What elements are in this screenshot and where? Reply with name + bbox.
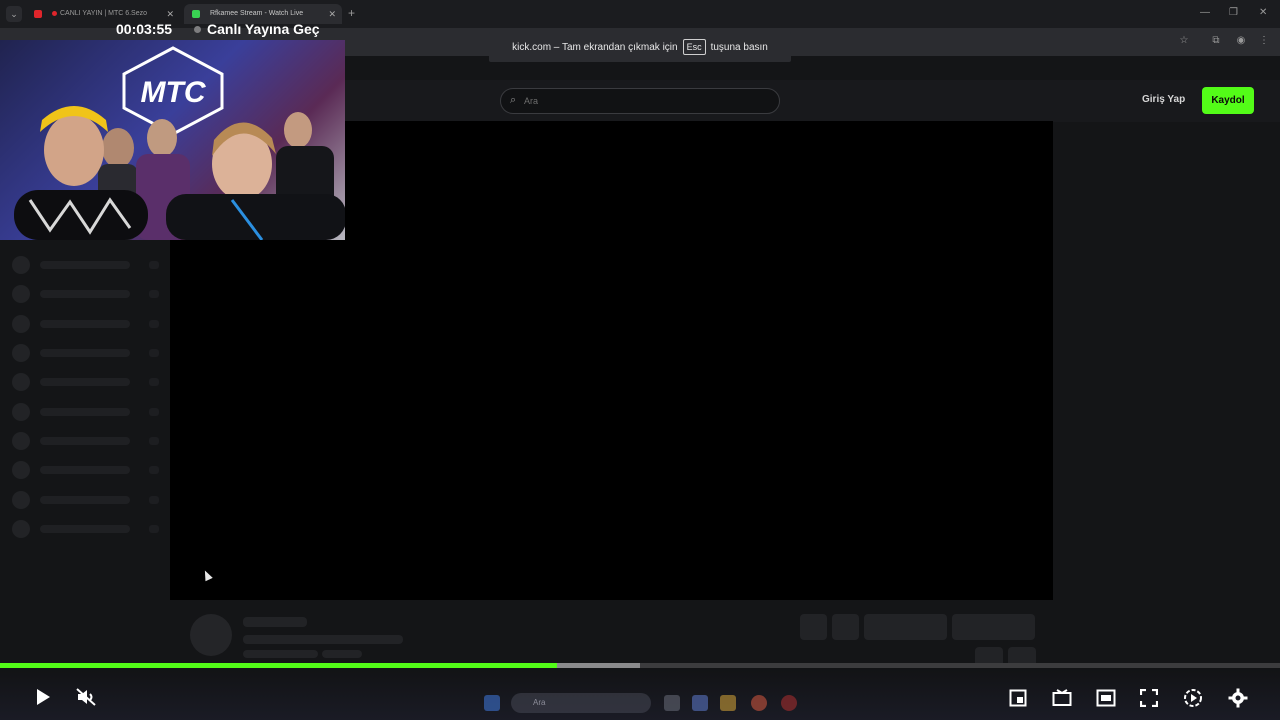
subscribe-skeleton (952, 614, 1035, 640)
elapsed-time: 00:03:55 (116, 21, 173, 37)
browser-tab-strip: ⌄ CANLI YAYIN | MTC 6.Sezo ✕ Rfkamee Str… (0, 0, 1280, 28)
stream-title-skeleton (243, 635, 403, 644)
taskbar-search: Ara (511, 693, 651, 713)
taskbar-app-icon (664, 695, 680, 711)
play-icon[interactable] (35, 688, 51, 706)
notice-text-before: kick.com – Tam ekrandan çıkmak için (512, 41, 678, 53)
close-tab-icon[interactable]: ✕ (328, 4, 336, 24)
login-button[interactable]: Giriş Yap (1142, 94, 1185, 105)
recording-dot-icon (52, 10, 57, 16)
tab-title: Rfkamee Stream - Watch Live (210, 10, 304, 17)
follow-skeleton (864, 614, 947, 640)
search-input[interactable]: ⌕ Ara (500, 88, 780, 114)
settings-icon[interactable] (1228, 688, 1248, 708)
sidebar-skeleton-row (12, 373, 162, 391)
tab-search-menu-icon[interactable]: ⌄ (6, 6, 22, 22)
theater-icon[interactable] (1052, 689, 1072, 707)
sidebar-skeleton-row (12, 344, 162, 362)
action-skeleton (800, 614, 827, 640)
taskbar-app-icon (692, 695, 708, 711)
minimize-icon[interactable]: — (1200, 7, 1210, 18)
browser-menu-icon[interactable]: ⋮ (1258, 35, 1270, 47)
screen: ⌄ CANLI YAYIN | MTC 6.Sezo ✕ Rfkamee Str… (0, 0, 1280, 720)
go-live-button[interactable]: Canlı Yayına Geç (207, 21, 320, 37)
close-window-icon[interactable]: ✕ (1259, 7, 1267, 18)
channel-avatar-skeleton (190, 614, 232, 656)
kick-favicon-icon (192, 10, 200, 18)
sidebar-skeleton-row (12, 315, 162, 333)
new-tab-icon[interactable]: + (348, 6, 355, 20)
channel-name-skeleton (243, 617, 307, 627)
live-status-dot (194, 26, 201, 33)
search-placeholder: Ara (524, 96, 539, 106)
taskbar-app-icon (781, 695, 797, 711)
sidebar-skeleton (0, 240, 165, 664)
maximize-icon[interactable]: ❐ (1229, 7, 1238, 18)
action-skeleton (832, 614, 859, 640)
folder-icon (720, 695, 736, 711)
signup-button[interactable]: Kaydol (1202, 87, 1254, 114)
fullscreen-icon[interactable] (1140, 689, 1158, 707)
windows-start-icon (484, 695, 500, 711)
bookmark-star-icon[interactable]: ☆ (1178, 35, 1190, 47)
mute-icon[interactable] (76, 688, 96, 706)
pip-icon[interactable] (1009, 689, 1027, 707)
tab-title: CANLI YAYIN | MTC 6.Sezo (60, 10, 148, 17)
search-icon: ⌕ (510, 94, 517, 106)
chrome-icon (751, 695, 767, 711)
sidebar-skeleton-row (12, 432, 162, 450)
youtube-favicon-icon (34, 10, 42, 18)
category-skeleton (243, 650, 318, 658)
sidebar-skeleton-row (12, 285, 162, 303)
fullscreen-exit-notice: kick.com – Tam ekrandan çıkmak için Esc … (489, 32, 791, 62)
sidebar-skeleton-row (12, 520, 162, 538)
sidebar-skeleton-row (12, 403, 162, 421)
streamers-silhouettes (14, 106, 345, 240)
speed-icon[interactable] (1183, 688, 1203, 708)
sidebar-skeleton-row (12, 491, 162, 509)
tag-skeleton (322, 650, 362, 658)
extensions-icon[interactable]: ⧉ (1210, 35, 1222, 47)
notice-text-after: tuşuna basın (710, 41, 768, 53)
profile-icon[interactable]: ◉ (1235, 35, 1247, 47)
sidebar-skeleton-row (12, 461, 162, 479)
esc-key-hint: Esc (682, 39, 706, 55)
webcam-overlay: MTC (0, 40, 345, 240)
miniplayer-icon[interactable] (1096, 689, 1116, 707)
sidebar-skeleton-row (12, 256, 162, 274)
